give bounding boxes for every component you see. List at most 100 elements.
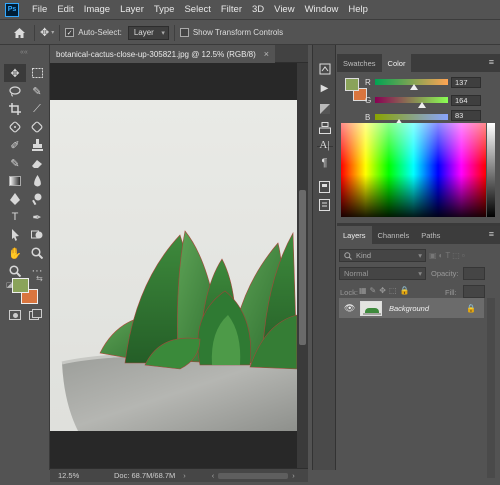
canvas-area[interactable] (50, 63, 297, 468)
foreground-color-swatch[interactable] (12, 278, 29, 293)
move-tool-preset-icon[interactable]: ✥ ▾ (40, 26, 54, 39)
red-value-input[interactable]: 137 (451, 77, 481, 88)
grayscale-ramp[interactable] (487, 123, 495, 217)
shape-tool-icon[interactable] (26, 226, 48, 244)
tab-swatches[interactable]: Swatches (337, 54, 382, 72)
menu-help[interactable]: Help (343, 0, 373, 20)
gradient-tool-icon[interactable] (4, 172, 26, 190)
quick-selection-tool-icon[interactable]: ✎ (26, 82, 48, 100)
lasso-tool-icon[interactable] (4, 82, 26, 100)
move-tool-icon[interactable]: ✥ (4, 64, 26, 82)
auto-select-option[interactable]: ✓ Auto-Select: (65, 28, 122, 37)
tab-paths[interactable]: Paths (415, 226, 446, 244)
layers-scrollbar[interactable] (487, 298, 495, 478)
color-panel-foreground-swatch[interactable] (345, 78, 359, 91)
opacity-input[interactable] (463, 267, 485, 280)
red-slider-track[interactable] (375, 79, 448, 90)
stamp-tool-icon[interactable] (26, 136, 48, 154)
panel-menu-icon[interactable]: ≡ (489, 57, 494, 67)
green-slider[interactable]: G (365, 94, 448, 108)
home-icon[interactable] (12, 26, 26, 40)
menu-view[interactable]: View (269, 0, 299, 20)
brush-tool-icon[interactable]: ✐ (4, 136, 26, 154)
hand-tool-icon[interactable]: ✋ (4, 244, 26, 262)
blend-mode-dropdown[interactable]: Normal ▾ (339, 267, 426, 280)
scrollbar-thumb[interactable] (299, 190, 306, 345)
history-brush-tool-icon[interactable]: ✎ (4, 154, 26, 172)
eyedropper-tool-icon[interactable]: ⟋ (26, 100, 48, 118)
patch-tool-icon[interactable] (26, 118, 48, 136)
path-selection-tool-icon[interactable] (4, 226, 26, 244)
horizontal-scrollbar[interactable] (218, 472, 289, 479)
status-menu-icon[interactable]: › (183, 471, 186, 480)
separator (34, 24, 35, 41)
menu-select[interactable]: Select (179, 0, 215, 20)
path-pen-tool-icon[interactable]: ✒ (26, 208, 48, 226)
tab-channels[interactable]: Channels (372, 226, 416, 244)
tab-layers[interactable]: Layers (337, 226, 372, 244)
swap-colors-icon[interactable]: ⇆ (36, 274, 43, 283)
screen-mode-icon[interactable] (29, 309, 42, 320)
auto-select-target-dropdown[interactable]: Layer ▾ (127, 25, 169, 40)
menu-filter[interactable]: Filter (216, 0, 247, 20)
layer-filter-dropdown[interactable]: Kind ▾ (339, 249, 426, 262)
lock-options-icons[interactable]: ▦✎✥⬚🔒 (359, 286, 412, 295)
zoom-tool-icon[interactable] (26, 244, 48, 262)
menu-layer[interactable]: Layer (115, 0, 149, 20)
green-slider-thumb[interactable] (417, 102, 426, 108)
libraries-icon[interactable] (316, 179, 333, 194)
menu-image[interactable]: Image (79, 0, 115, 20)
eye-icon[interactable]: 👁 (344, 303, 355, 314)
notes-icon[interactable] (316, 197, 333, 212)
adjustments-icon[interactable] (316, 101, 333, 116)
menu-type[interactable]: Type (149, 0, 180, 20)
menu-window[interactable]: Window (300, 0, 344, 20)
tab-color[interactable]: Color (381, 54, 412, 72)
red-slider[interactable]: R (365, 76, 448, 90)
scroll-right-icon[interactable]: › (292, 471, 295, 480)
menu-file[interactable]: File (27, 0, 52, 20)
menu-edit[interactable]: Edit (52, 0, 78, 20)
chevron-down-icon: ▾ (161, 29, 165, 37)
dodge-tool-icon[interactable] (26, 190, 48, 208)
close-icon[interactable]: × (264, 49, 269, 59)
panel-menu-icon[interactable]: ≡ (489, 229, 494, 239)
right-panels: Swatches Color ≡ R 137 G 164 B 83 Layers… (337, 45, 500, 485)
green-value-input[interactable]: 164 (451, 95, 481, 106)
show-transform-label: Show Transform Controls (192, 28, 284, 37)
paragraph-icon[interactable]: ¶ (316, 155, 333, 170)
color-spectrum[interactable] (341, 123, 486, 217)
scroll-left-icon[interactable]: ‹ (212, 471, 215, 480)
layer-name[interactable]: Background (389, 304, 429, 313)
show-transform-checkbox[interactable] (179, 28, 189, 37)
red-slider-thumb[interactable] (410, 84, 419, 90)
filter-type-icons[interactable]: ▣◐T⬚▫ (429, 251, 467, 260)
fill-input[interactable] (463, 285, 485, 298)
zoom-level[interactable]: 12.5% (58, 471, 88, 480)
blue-slider-track[interactable] (375, 114, 448, 125)
red-label: R (365, 77, 371, 87)
auto-select-checkbox[interactable]: ✓ (65, 28, 75, 37)
properties-icon[interactable] (316, 120, 333, 135)
show-transform-option[interactable]: Show Transform Controls (179, 28, 284, 37)
history-icon[interactable] (316, 61, 333, 76)
lock-label: Lock: (340, 288, 358, 297)
play-action-icon[interactable]: ▶ (316, 81, 333, 96)
quick-mask-icon[interactable] (9, 310, 21, 320)
character-icon[interactable]: A| (316, 137, 333, 152)
fill-label: Fill: (445, 288, 457, 297)
blue-slider[interactable]: B (365, 111, 448, 125)
blue-value-input[interactable]: 83 (451, 110, 481, 121)
type-tool-icon[interactable]: T (4, 208, 26, 226)
healing-brush-tool-icon[interactable] (4, 118, 26, 136)
document-tab[interactable]: botanical-cactus-close-up-305821.jpg @ 1… (50, 45, 276, 63)
eraser-tool-icon[interactable] (26, 154, 48, 172)
green-slider-track[interactable] (375, 97, 448, 108)
pen-tool-icon[interactable] (4, 190, 26, 208)
menu-3d[interactable]: 3D (247, 0, 269, 20)
crop-tool-icon[interactable] (4, 100, 26, 118)
marquee-tool-icon[interactable] (26, 64, 48, 82)
blur-tool-icon[interactable] (26, 172, 48, 190)
collapse-icon[interactable]: «« (20, 49, 28, 56)
layer-row[interactable]: 👁 Background 🔒 (339, 298, 484, 318)
